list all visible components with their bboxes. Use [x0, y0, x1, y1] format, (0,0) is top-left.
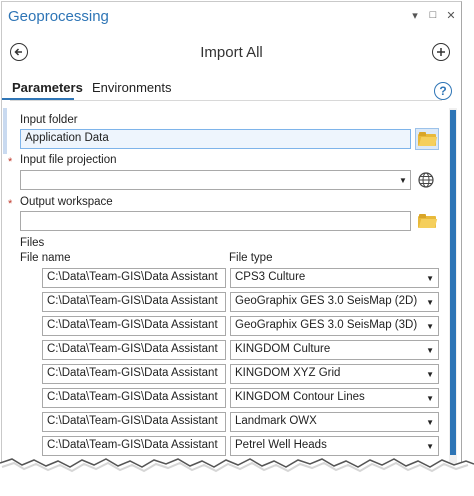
table-row: C:\Data\Team-GIS\Data Assistant KINGDOM … [2, 364, 442, 384]
close-icon[interactable]: ✕ [444, 9, 458, 22]
active-field-marker [3, 108, 7, 154]
chevron-down-icon: ▼ [426, 418, 434, 427]
files-label: Files [20, 237, 45, 249]
table-row: C:\Data\Team-GIS\Data Assistant KINGDOM … [2, 388, 442, 408]
tab-parameters[interactable]: Parameters [12, 80, 83, 95]
file-type-value: GeoGraphix GES 3.0 SeisMap (3D) [235, 319, 418, 331]
chevron-down-icon: ▼ [426, 322, 434, 331]
folder-icon[interactable] [418, 214, 438, 228]
chevron-down-icon: ▼ [426, 394, 434, 403]
table-row: C:\Data\Team-GIS\Data Assistant GeoGraph… [2, 292, 442, 312]
table-row: C:\Data\Team-GIS\Data Assistant KINGDOM … [2, 340, 442, 360]
geoprocessing-pane: Geoprocessing ▾ □ ✕ Import All Parameter… [1, 1, 462, 471]
file-type-value: Petrel Well Heads [235, 439, 327, 451]
file-type-dropdown[interactable]: KINGDOM Contour Lines ▼ [230, 388, 439, 408]
file-type-value: Landmark OWX [235, 415, 317, 427]
tool-title: Import All [200, 44, 263, 61]
file-type-value: KINGDOM XYZ Grid [235, 367, 341, 379]
scrollbar-thumb[interactable] [450, 110, 456, 455]
pane-title: Geoprocessing [8, 8, 109, 25]
file-name-cell[interactable]: C:\Data\Team-GIS\Data Assistant [42, 364, 226, 384]
chevron-down-icon: ▼ [426, 442, 434, 451]
file-name-cell[interactable]: C:\Data\Team-GIS\Data Assistant [42, 340, 226, 360]
file-name-cell[interactable]: C:\Data\Team-GIS\Data Assistant [42, 412, 226, 432]
table-row: C:\Data\Team-GIS\Data Assistant Petrel W… [2, 436, 442, 456]
folder-icon [418, 132, 438, 146]
pane-menu-icon[interactable]: ▾ [408, 9, 422, 22]
table-row: C:\Data\Team-GIS\Data Assistant GeoGraph… [2, 316, 442, 336]
chevron-down-icon: ▼ [426, 346, 434, 355]
output-workspace-field[interactable] [20, 211, 411, 231]
input-folder-browse-button[interactable] [415, 128, 439, 150]
file-name-cell[interactable]: C:\Data\Team-GIS\Data Assistant [42, 292, 226, 312]
file-name-cell[interactable]: C:\Data\Team-GIS\Data Assistant [42, 436, 226, 456]
input-folder-field[interactable]: Application Data [20, 129, 411, 149]
file-name-cell[interactable]: C:\Data\Team-GIS\Data Assistant [42, 268, 226, 288]
plus-icon[interactable] [432, 43, 450, 61]
tab-environments[interactable]: Environments [92, 80, 171, 95]
table-row: C:\Data\Team-GIS\Data Assistant CPS3 Cul… [2, 268, 442, 288]
file-type-dropdown[interactable]: KINGDOM XYZ Grid ▼ [230, 364, 439, 384]
column-header-file-type: File type [229, 252, 273, 264]
file-type-dropdown[interactable]: Landmark OWX ▼ [230, 412, 439, 432]
file-type-value: GeoGraphix GES 3.0 SeisMap (2D) [235, 295, 418, 307]
restore-icon[interactable]: □ [426, 9, 440, 21]
pane-titlebar: Geoprocessing ▾ □ ✕ [2, 2, 461, 32]
help-icon[interactable]: ? [434, 82, 452, 100]
file-type-value: KINGDOM Culture [235, 343, 331, 355]
globe-icon[interactable] [418, 172, 434, 188]
chevron-down-icon[interactable]: ▼ [399, 176, 407, 185]
file-type-value: CPS3 Culture [235, 271, 306, 283]
output-workspace-label: Output workspace [20, 196, 113, 208]
tab-divider [10, 100, 442, 101]
chevron-down-icon: ▼ [426, 274, 434, 283]
file-type-dropdown[interactable]: KINGDOM Culture ▼ [230, 340, 439, 360]
torn-edge-decoration [0, 458, 474, 496]
file-type-value: KINGDOM Contour Lines [235, 391, 365, 403]
table-row: C:\Data\Team-GIS\Data Assistant Landmark… [2, 412, 442, 432]
input-folder-label: Input folder [20, 114, 78, 126]
tool-header: Import All [2, 36, 461, 70]
file-name-cell[interactable]: C:\Data\Team-GIS\Data Assistant [42, 388, 226, 408]
input-projection-dropdown[interactable] [20, 170, 411, 190]
column-header-file-name: File name [20, 252, 71, 264]
file-type-dropdown[interactable]: GeoGraphix GES 3.0 SeisMap (2D) ▼ [230, 292, 439, 312]
required-marker: * [8, 156, 13, 168]
required-marker: * [8, 198, 13, 210]
file-type-dropdown[interactable]: GeoGraphix GES 3.0 SeisMap (3D) ▼ [230, 316, 439, 336]
input-projection-label: Input file projection [20, 154, 117, 166]
file-type-dropdown[interactable]: CPS3 Culture ▼ [230, 268, 439, 288]
file-name-cell[interactable]: C:\Data\Team-GIS\Data Assistant [42, 316, 226, 336]
chevron-down-icon: ▼ [426, 298, 434, 307]
chevron-down-icon: ▼ [426, 370, 434, 379]
file-type-dropdown[interactable]: Petrel Well Heads ▼ [230, 436, 439, 456]
